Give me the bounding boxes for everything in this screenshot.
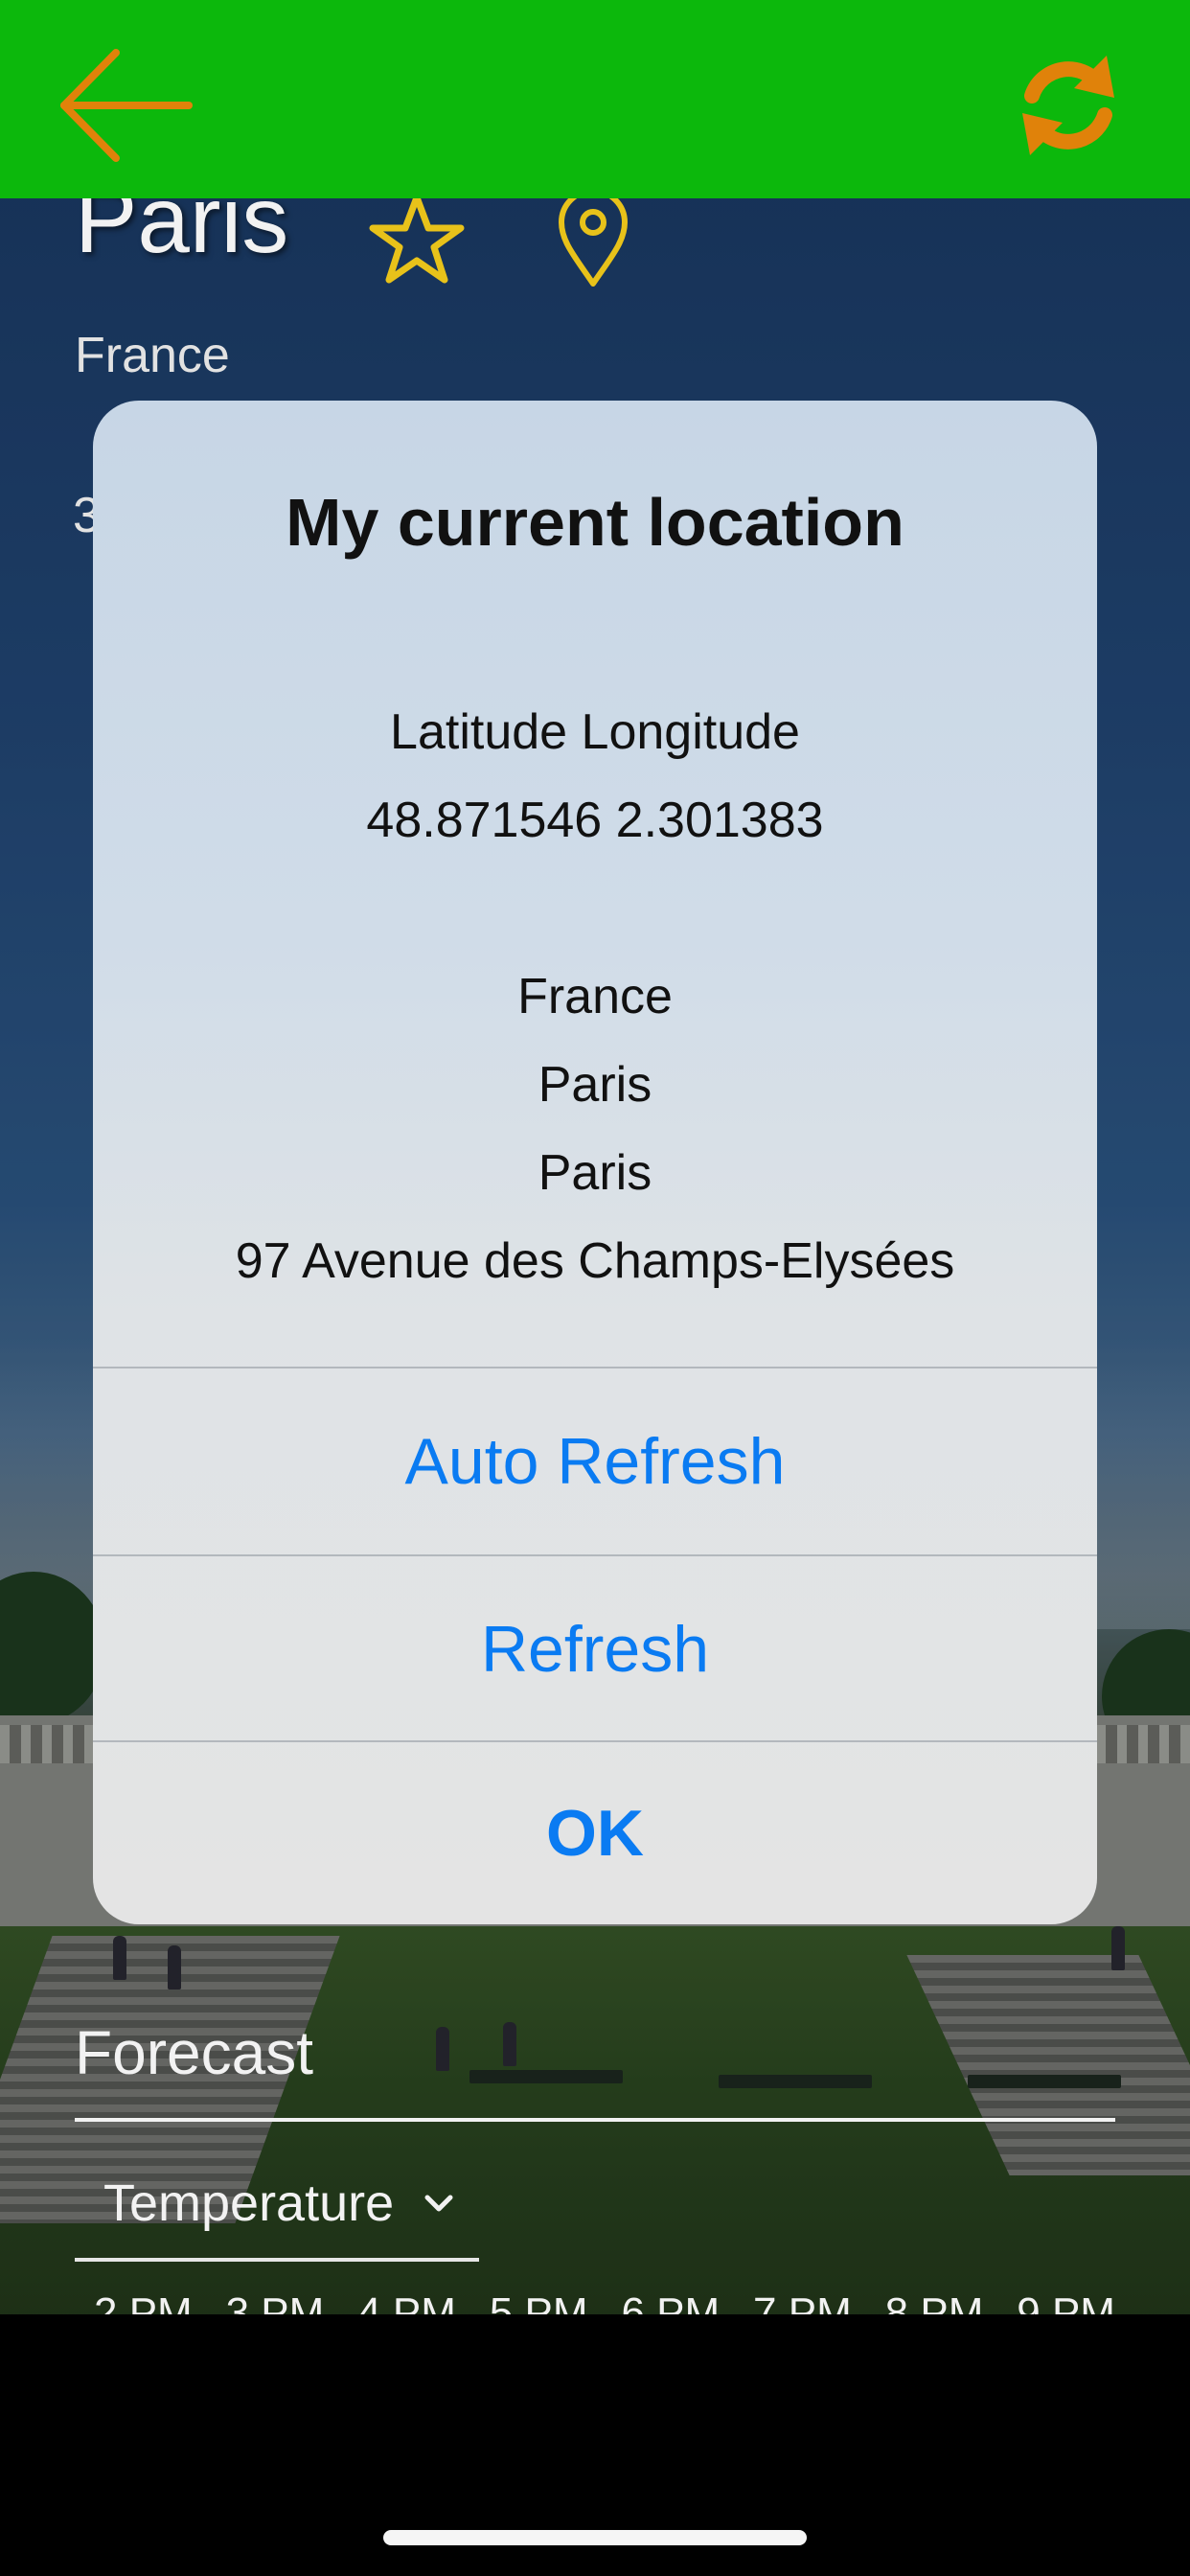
refresh-alert-button[interactable]: Refresh <box>93 1556 1097 1742</box>
alert-title: My current location <box>286 485 904 560</box>
chevron-down-icon <box>420 2189 458 2218</box>
forecast-divider <box>75 2118 1115 2122</box>
coords-values: 48.871546 2.301383 <box>366 793 824 848</box>
star-outline-icon[interactable] <box>369 192 465 288</box>
app-header <box>0 0 1190 198</box>
home-indicator[interactable] <box>383 2530 807 2545</box>
address-line: Paris <box>538 1057 652 1113</box>
location-alert-dialog: My current location Latitude Longitude 4… <box>93 401 1097 1924</box>
address-line: 97 Avenue des Champs-Elysées <box>235 1233 955 1289</box>
forecast-hour: 3 PM <box>225 2289 325 2315</box>
forecast-title: Forecast <box>75 2018 313 2087</box>
forecast-hour: 4 PM <box>357 2289 456 2315</box>
ok-button[interactable]: OK <box>93 1742 1097 1924</box>
forecast-hour: 9 PM <box>1017 2289 1115 2315</box>
coords-header: Latitude Longitude <box>390 704 800 760</box>
forecast-hour: 5 PM <box>489 2289 588 2315</box>
auto-refresh-button[interactable]: Auto Refresh <box>93 1368 1097 1554</box>
metric-select[interactable]: Temperature <box>75 2156 479 2262</box>
address-line: Paris <box>538 1145 652 1201</box>
address-line: France <box>517 969 673 1024</box>
country-label: France <box>75 328 230 383</box>
forecast-hour: 2 PM <box>94 2289 193 2315</box>
forecast-hours: 2 PM 3 PM 4 PM 5 PM 6 PM 7 PM 8 PM 9 PM <box>75 2289 1115 2315</box>
map-pin-icon[interactable] <box>556 188 630 288</box>
back-button[interactable] <box>50 38 203 172</box>
metric-select-value: Temperature <box>103 2174 395 2232</box>
refresh-icon <box>1022 56 1114 155</box>
alert-message: Latitude Longitude 48.871546 2.301383 Fr… <box>93 688 1097 1305</box>
forecast-hour: 6 PM <box>621 2289 721 2315</box>
forecast-hour: 7 PM <box>753 2289 852 2315</box>
forecast-hour: 8 PM <box>884 2289 984 2315</box>
arrow-left-icon <box>60 49 193 162</box>
refresh-button[interactable] <box>996 38 1140 172</box>
